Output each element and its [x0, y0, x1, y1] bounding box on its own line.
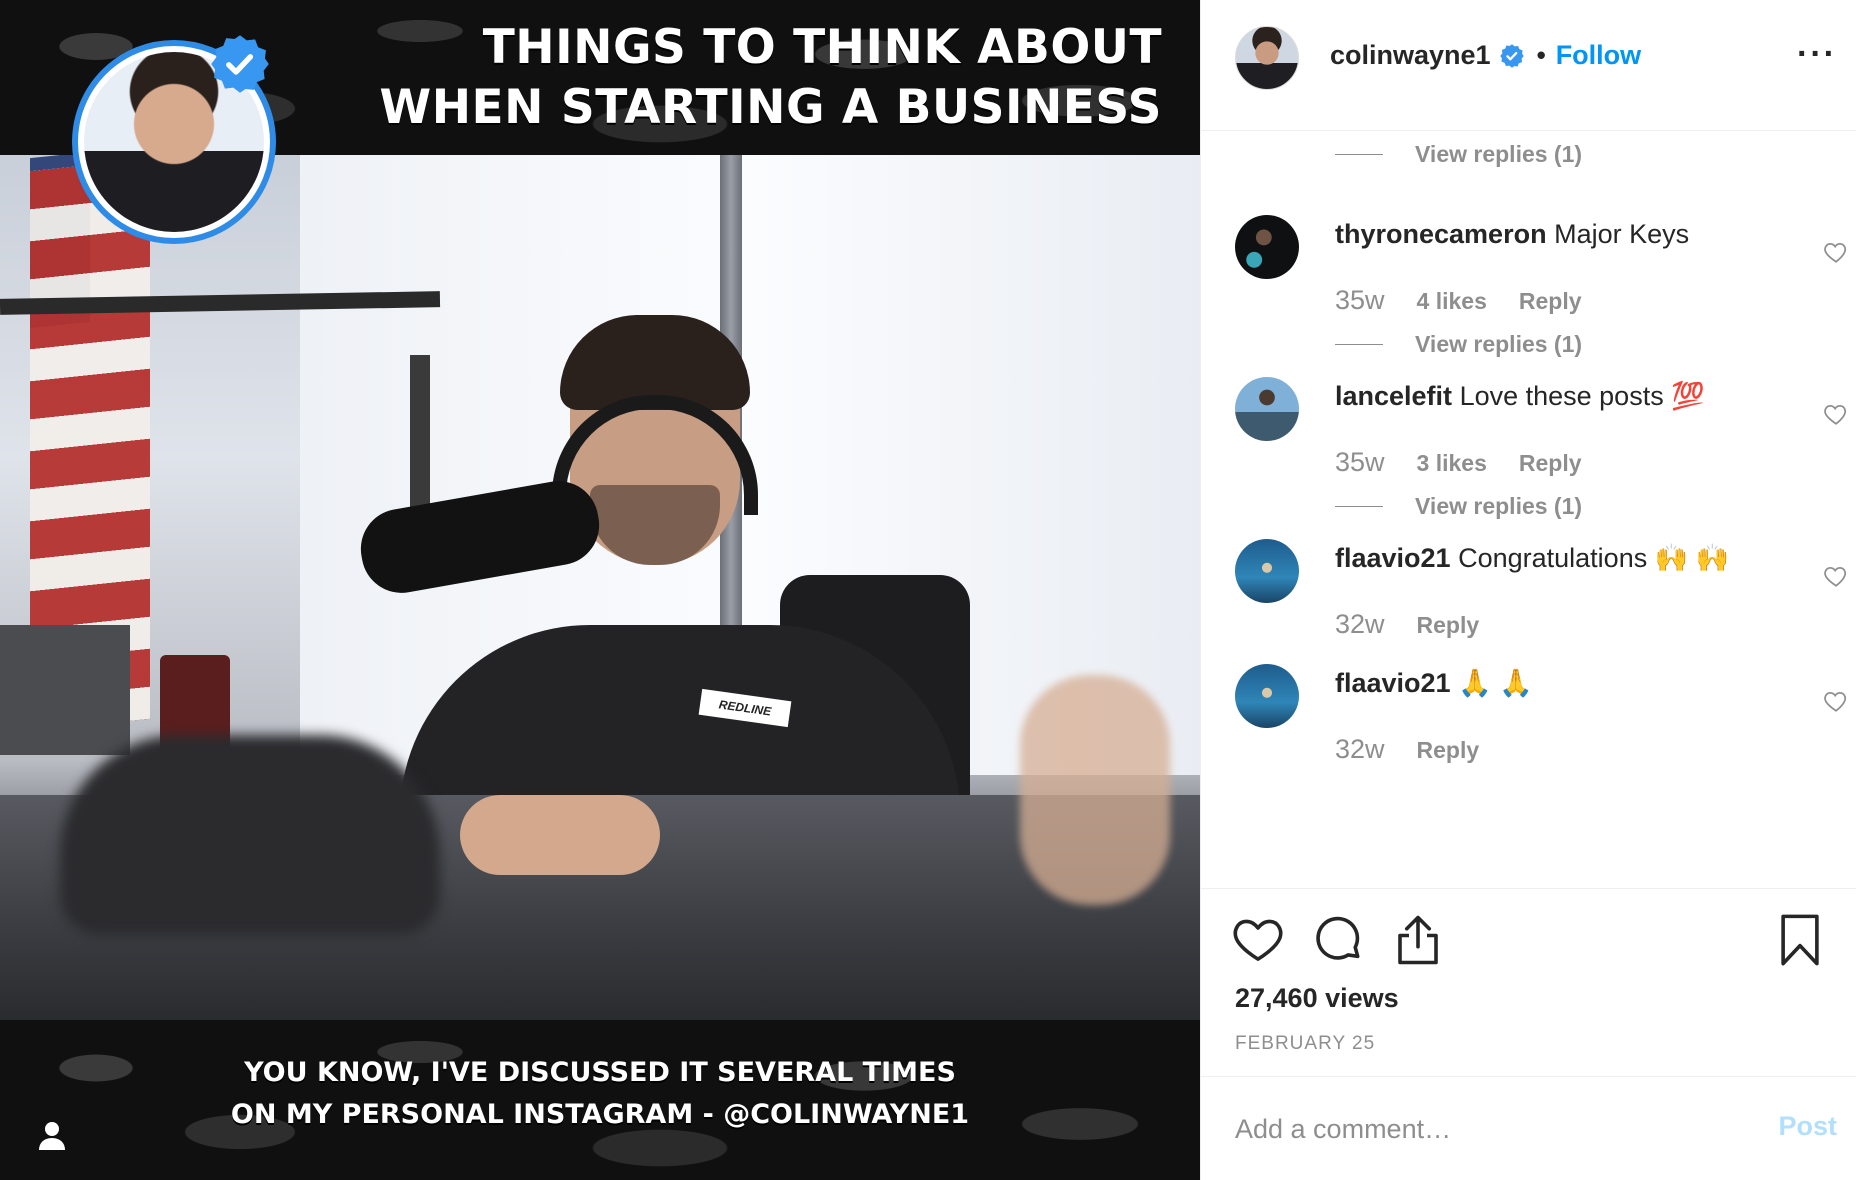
post-button[interactable]: Post: [1778, 1111, 1837, 1142]
comment-username[interactable]: lancelefit: [1335, 381, 1452, 411]
avatar[interactable]: [1235, 664, 1299, 728]
post-sidebar: colinwayne1 • Follow ··· View replies (1…: [1200, 0, 1856, 1180]
add-comment-bar: Post: [1201, 1076, 1856, 1180]
avatar[interactable]: [1235, 26, 1299, 90]
avatar[interactable]: [1235, 539, 1299, 603]
heart-icon[interactable]: [1823, 401, 1849, 427]
like-heart-icon[interactable]: [1231, 913, 1285, 967]
reply-button[interactable]: Reply: [1417, 612, 1480, 639]
comment-username[interactable]: thyronecameron: [1335, 219, 1547, 249]
comment-text: Congratulations 🙌 🙌: [1458, 543, 1730, 573]
share-icon[interactable]: [1391, 913, 1445, 967]
view-count[interactable]: 27,460 views: [1235, 983, 1399, 1014]
comment-time[interactable]: 35w: [1335, 285, 1385, 316]
comment-input[interactable]: [1235, 1107, 1735, 1151]
comment-username[interactable]: flaavio21: [1335, 543, 1451, 573]
post-actions: 27,460 views FEBRUARY 25: [1201, 888, 1856, 1076]
comment-username[interactable]: flaavio21: [1335, 668, 1451, 698]
heart-icon[interactable]: [1823, 239, 1849, 265]
user-tag-icon[interactable]: [34, 1118, 70, 1154]
reply-button[interactable]: Reply: [1417, 737, 1480, 764]
comment-text: 🙏 🙏: [1458, 668, 1533, 698]
video-title-caption: THINGS TO THINK ABOUT WHEN STARTING A BU…: [379, 20, 1162, 135]
more-options-icon[interactable]: ···: [1797, 37, 1837, 71]
view-replies-toggle[interactable]: View replies (1): [1335, 493, 1582, 520]
bookmark-icon[interactable]: [1773, 913, 1827, 967]
view-replies-toggle[interactable]: View replies (1): [1335, 141, 1582, 168]
verified-badge-icon: [1499, 43, 1524, 68]
post-date[interactable]: FEBRUARY 25: [1235, 1033, 1375, 1055]
comment-time[interactable]: 32w: [1335, 609, 1385, 640]
comment-time[interactable]: 35w: [1335, 447, 1385, 478]
comment-bubble-icon[interactable]: [1311, 913, 1365, 967]
follow-button[interactable]: Follow: [1556, 40, 1641, 71]
reply-button[interactable]: Reply: [1519, 288, 1582, 315]
comment-text: Love these posts 💯: [1459, 381, 1705, 411]
avatar[interactable]: [1235, 377, 1299, 441]
heart-icon[interactable]: [1823, 688, 1849, 714]
comment-text: Major Keys: [1554, 219, 1690, 249]
separator-dot: •: [1536, 40, 1546, 70]
comment-list: View replies (1) thyronecameron Major Ke…: [1201, 131, 1856, 888]
author-username[interactable]: colinwayne1: [1330, 40, 1491, 71]
heart-icon[interactable]: [1823, 563, 1849, 589]
comment-likes[interactable]: 3 likes: [1417, 450, 1487, 477]
view-replies-toggle[interactable]: View replies (1): [1335, 331, 1582, 358]
comment-time[interactable]: 32w: [1335, 734, 1385, 765]
video-subtitle-caption: YOU KNOW, I'VE DISCUSSED IT SEVERAL TIME…: [230, 1057, 970, 1130]
reply-button[interactable]: Reply: [1519, 450, 1582, 477]
verified-check-icon: [211, 35, 269, 93]
video-frame: REDLINE: [0, 155, 1200, 1020]
post-header: colinwayne1 • Follow ···: [1201, 0, 1856, 131]
comment-likes[interactable]: 4 likes: [1417, 288, 1487, 315]
post-media[interactable]: REDLINE THINGS TO THINK ABOUT WHEN START…: [0, 0, 1200, 1180]
avatar[interactable]: [1235, 215, 1299, 279]
